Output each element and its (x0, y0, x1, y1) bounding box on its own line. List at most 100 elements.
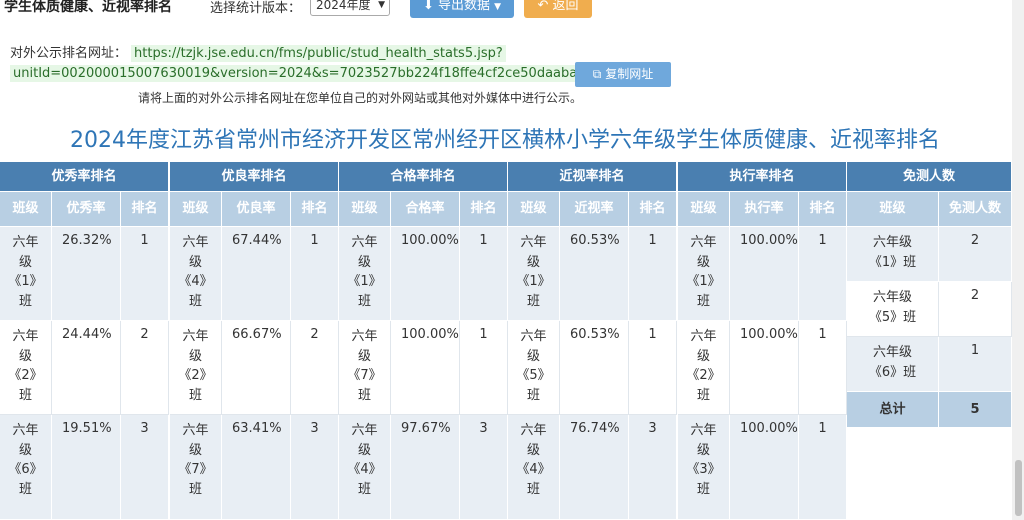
back-label: 返回 (552, 0, 579, 13)
rank-cell: 1 (799, 321, 847, 415)
table-title: 近视率排名 (508, 162, 677, 192)
export-label: 导出数据 (437, 0, 490, 13)
class-name-line: 班 (18, 481, 32, 497)
column-header: 优秀率 (52, 192, 121, 227)
version-select[interactable]: 2024年度 ▼ (310, 0, 390, 16)
class-name-line: 班 (696, 293, 710, 309)
column-header: 班级 (339, 192, 391, 227)
class-name-line: 《1》 (347, 274, 382, 289)
rate-cell: 100.00% (730, 415, 799, 520)
class-name-line: 班 (18, 387, 32, 403)
class-name-line: 班 (188, 481, 202, 497)
class-name-line: 六年级 (872, 235, 912, 250)
class-cell: 六年级《1》班 (678, 227, 730, 321)
class-cell: 六年级《1》班 (508, 227, 560, 321)
rate-cell: 100.00% (730, 321, 799, 415)
class-name-line: 级 (526, 254, 540, 270)
column-header: 排名 (291, 192, 339, 227)
undo-icon: ↶ (537, 0, 549, 13)
count-cell: 2 (939, 227, 1012, 282)
rank-cell: 1 (291, 227, 339, 321)
class-name-line: 班 (526, 387, 540, 403)
class-name-line: 六年 (520, 235, 547, 250)
rate-cell: 97.67% (391, 415, 460, 520)
column-header: 班级 (678, 192, 730, 227)
class-name-line: 《7》 (178, 462, 213, 477)
class-name-line: 《1》 (516, 274, 551, 289)
page-title: 2024年度江苏省常州市经济开发区常州经开区横林小学六年级学生体质健康、近视率排… (70, 128, 940, 153)
class-name-line: 《2》 (686, 368, 721, 383)
class-name-line: 《5》班 (868, 310, 917, 325)
rate-cell: 67.44% (222, 227, 291, 321)
column-header: 排名 (121, 192, 169, 227)
class-name-line: 级 (696, 442, 710, 458)
class-name-line: 《7》 (347, 368, 382, 383)
class-name-line: 《1》 (8, 274, 43, 289)
export-data-button[interactable]: ⬇ 导出数据 ▼ (410, 0, 514, 18)
column-header: 排名 (460, 192, 508, 227)
class-name-line: 级 (188, 254, 202, 270)
rank-cell: 1 (460, 227, 508, 321)
class-name-line: 《4》 (347, 462, 382, 477)
copy-icon: ⧉ (592, 67, 602, 81)
class-name-line: 六年 (182, 235, 209, 250)
rate-cell: 60.53% (560, 227, 629, 321)
column-header: 近视率 (560, 192, 629, 227)
class-name-line: 级 (18, 442, 32, 458)
class-name-line: 《1》 (686, 274, 721, 289)
class-name-line: 《4》 (516, 462, 551, 477)
public-url-line2[interactable]: unitId=002000015007630019&version=2024&s… (10, 65, 589, 82)
rank-cell: 3 (121, 415, 169, 520)
class-name-line: 六年 (12, 423, 39, 438)
rate-cell: 63.41% (222, 415, 291, 520)
publish-notice: 请将上面的对外公示排名网址在您单位自己的对外网站或其他对外媒体中进行公示。 (138, 91, 583, 105)
class-name-line: 班 (188, 387, 202, 403)
class-cell: 六年级《5》班 (508, 321, 560, 415)
column-header: 执行率 (730, 192, 799, 227)
class-name-line: 六年 (12, 235, 39, 250)
class-name-line: 班 (188, 293, 202, 309)
public-url-line1[interactable]: https://tzjk.jse.edu.cn/fms/public/stud_… (131, 45, 506, 62)
rank-cell: 3 (291, 415, 339, 520)
copy-url-button[interactable]: ⧉ 复制网址 (575, 62, 671, 87)
class-cell: 六年级《7》班 (339, 321, 391, 415)
count-cell: 1 (939, 337, 1012, 392)
class-name-line: 班 (526, 481, 540, 497)
rate-cell: 24.44% (52, 321, 121, 415)
rate-cell: 60.53% (560, 321, 629, 415)
class-name-line: 班 (696, 481, 710, 497)
class-name-line: 班 (18, 293, 32, 309)
class-cell: 六年级《6》班 (847, 337, 939, 392)
total-label: 总计 (847, 392, 939, 428)
class-cell: 六年级《2》班 (170, 321, 222, 415)
class-name-line: 六年 (351, 329, 378, 344)
page-heading: 学生体质健康、近视率排名 (4, 0, 172, 15)
class-name-line: 六年 (12, 329, 39, 344)
rank-cell: 1 (629, 227, 677, 321)
class-name-line: 《4》 (178, 274, 213, 289)
class-name-line: 班 (526, 293, 540, 309)
scrollbar[interactable] (1012, 0, 1024, 520)
scrollbar-thumb[interactable] (1015, 460, 1022, 516)
version-select-value: 2024年度 (316, 0, 371, 12)
count-cell: 2 (939, 282, 1012, 337)
class-name-line: 级 (18, 254, 32, 270)
rank-cell: 3 (629, 415, 677, 520)
column-header: 优良率 (222, 192, 291, 227)
class-name-line: 级 (696, 254, 710, 270)
rate-cell: 66.67% (222, 321, 291, 415)
rank-cell: 1 (460, 321, 508, 415)
class-name-line: 六年级 (872, 345, 912, 360)
class-name-line: 《6》 (8, 462, 43, 477)
version-label: 选择统计版本： (210, 1, 302, 16)
class-name-line: 《6》班 (868, 365, 917, 380)
class-name-line: 六年 (351, 423, 378, 438)
copy-label: 复制网址 (605, 67, 654, 81)
class-cell: 六年级《1》班 (339, 227, 391, 321)
table-title: 优良率排名 (170, 162, 339, 192)
class-cell: 六年级《5》班 (847, 282, 939, 337)
back-button[interactable]: ↶ 返回 (524, 0, 592, 18)
class-name-line: 六年 (520, 329, 547, 344)
class-cell: 六年级《2》班 (678, 321, 730, 415)
table-title: 优秀率排名 (0, 162, 169, 192)
